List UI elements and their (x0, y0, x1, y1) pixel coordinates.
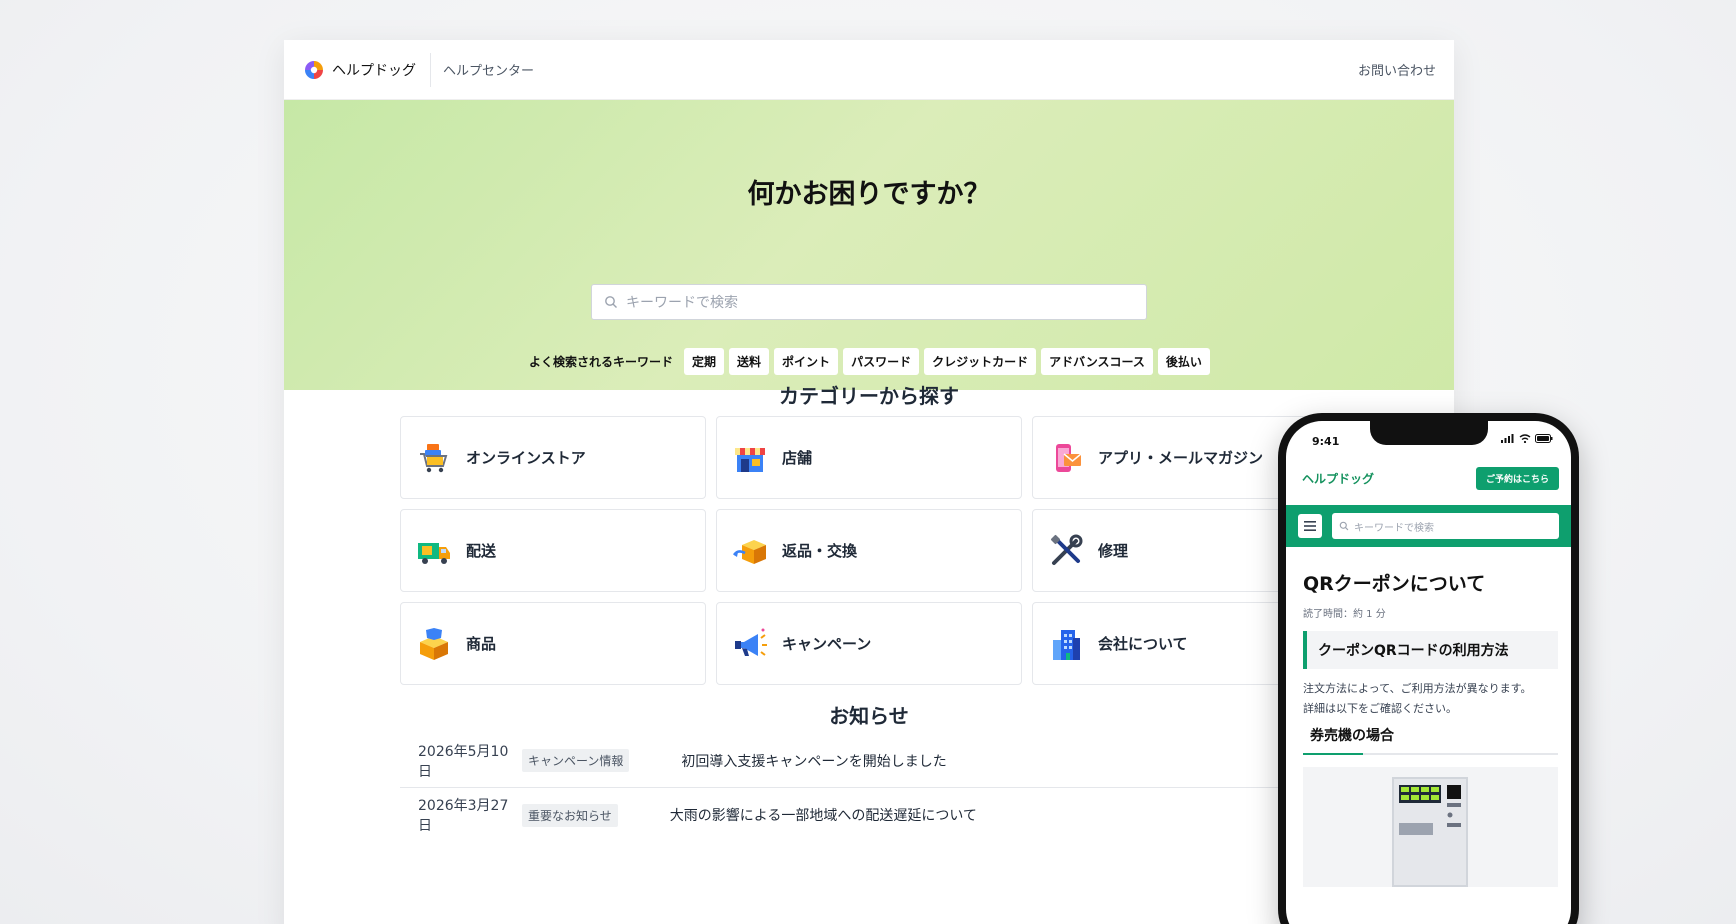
megaphone-icon (735, 628, 767, 656)
category-label: 修理 (1098, 542, 1129, 560)
app-mail-icon (1056, 443, 1082, 472)
logo[interactable]: ヘルプドッグ (304, 60, 416, 80)
hero-title: 何かお困りですか？ (747, 179, 991, 210)
phone-header: ヘルプドッグ ご予約はこちら (1302, 467, 1559, 490)
keyword-chip[interactable]: パスワード (843, 348, 920, 375)
keyword-chip[interactable]: 送料 (729, 348, 770, 375)
category-label: キャンペーン (782, 635, 872, 653)
news-title[interactable]: 大雨の影響による一部地域への配送遅延について (670, 805, 977, 825)
category-card-online-store[interactable]: オンラインストア (400, 416, 706, 499)
body-line: 詳細は以下をご確認ください。 (1303, 702, 1457, 715)
logo-icon (305, 60, 323, 79)
keyword-chip[interactable]: ポイント (774, 348, 839, 375)
popular-keywords: よく検索されるキーワード 定期 送料 ポイント パスワード クレジットカード ア… (529, 348, 1454, 375)
status-time: 9:41 (1312, 435, 1340, 448)
truck-icon (418, 542, 450, 564)
phone-search-bar: キーワードで検索 (1286, 505, 1571, 547)
keyword-chip[interactable]: クレジットカード (924, 348, 1037, 375)
cart-icon (420, 443, 448, 472)
category-card-returns[interactable]: 返品・交換 (716, 509, 1022, 592)
phone-brand[interactable]: ヘルプドッグ (1302, 470, 1374, 487)
battery-icon (1535, 434, 1553, 443)
category-label: アプリ・メールマガジン (1098, 449, 1264, 467)
hamburger-menu-icon[interactable] (1298, 514, 1322, 538)
search-placeholder: キーワードで検索 (626, 295, 738, 311)
keywords-label: よく検索されるキーワード (529, 355, 674, 369)
signal-icon (1501, 434, 1514, 443)
category-label: オンラインストア (466, 449, 586, 467)
hero-section: 何かお困りですか？ キーワードで検索 よく検索されるキーワード 定期 送料 ポイ… (284, 100, 1454, 390)
category-label: 返品・交換 (782, 542, 858, 560)
sub-heading: 券売機の場合 (1303, 725, 1558, 755)
product-box-icon (420, 627, 448, 660)
phone-notch (1370, 421, 1488, 445)
news-title[interactable]: 初回導入支援キャンペーンを開始しました (681, 751, 946, 771)
category-card-campaign[interactable]: キャンペーン (716, 602, 1022, 685)
phone-mockup: 9:41 ヘルプドッグ ご予約はこちら キーワードで検索 QRクーポンについて … (1278, 413, 1579, 924)
wifi-icon (1519, 434, 1531, 443)
phone-search-placeholder: キーワードで検索 (1354, 522, 1434, 534)
news-badge: 重要なお知らせ (522, 803, 618, 827)
body-line: 注文方法によって、ご利用方法が異なります。 (1303, 682, 1532, 695)
tools-icon (1050, 534, 1083, 565)
help-center-link[interactable]: ヘルプセンター (443, 60, 534, 79)
category-label: 会社について (1098, 635, 1188, 653)
section-heading: クーポンQRコードの利用方法 (1303, 631, 1558, 669)
category-label: 商品 (466, 635, 497, 653)
news-row[interactable]: 2026年3月27日 重要なお知らせ 大雨の影響による一部地域への配送遅延につい… (400, 788, 1360, 842)
ticket-machine-image (1303, 767, 1558, 887)
phone-search-input[interactable]: キーワードで検索 (1332, 513, 1559, 539)
status-icons (1501, 434, 1553, 443)
news-badge: キャンペーン情報 (522, 749, 630, 772)
contact-link[interactable]: お問い合わせ (1358, 60, 1436, 79)
category-label: 店舗 (782, 449, 813, 467)
return-box-icon (732, 539, 766, 564)
ticket-machine-illustration (1392, 777, 1468, 887)
category-label: 配送 (466, 542, 497, 560)
article-body: 注文方法によって、ご利用方法が異なります。 詳細は以下をご確認ください。 (1303, 679, 1559, 719)
category-card-store[interactable]: 店舗 (716, 416, 1022, 499)
keyword-chip[interactable]: 定期 (684, 348, 725, 375)
menu-lines-icon (1304, 521, 1316, 531)
search-icon (1339, 521, 1349, 531)
keyword-chip[interactable]: 後払い (1157, 348, 1210, 375)
category-grid: オンラインストア 店舗 アプリ・メールマガジン 配送 返品・交換 修理 商品 キ… (400, 416, 1338, 685)
category-card-products[interactable]: 商品 (400, 602, 706, 685)
news-list: 2026年5月10日 キャンペーン情報 初回導入支援キャンペーンを開始しました … (400, 734, 1360, 842)
store-icon (735, 447, 765, 472)
category-card-shipping[interactable]: 配送 (400, 509, 706, 592)
sub-heading-text: 券売機の場合 (1310, 728, 1394, 744)
news-row[interactable]: 2026年5月10日 キャンペーン情報 初回導入支援キャンペーンを開始しました (400, 734, 1360, 788)
reserve-button[interactable]: ご予約はこちら (1475, 467, 1559, 490)
logo-text: ヘルプドッグ (332, 62, 416, 79)
article-title: QRクーポンについて (1303, 573, 1486, 595)
header-divider (430, 52, 431, 87)
top-bar: ヘルプドッグ ヘルプセンター お問い合わせ (284, 40, 1454, 100)
search-icon (605, 296, 617, 308)
read-time: 読了時間：約 1 分 (1303, 609, 1386, 620)
phone-screen: 9:41 ヘルプドッグ ご予約はこちら キーワードで検索 QRクーポンについて … (1286, 421, 1571, 924)
news-date: 2026年5月10日 (418, 743, 509, 780)
building-icon (1053, 629, 1080, 660)
search-input[interactable]: キーワードで検索 (591, 284, 1147, 320)
news-date: 2026年3月27日 (418, 798, 509, 834)
sub-heading-accent (1303, 753, 1363, 755)
keyword-chip[interactable]: アドバンスコース (1041, 348, 1153, 375)
categories-title: カテゴリーから探す (779, 384, 959, 408)
